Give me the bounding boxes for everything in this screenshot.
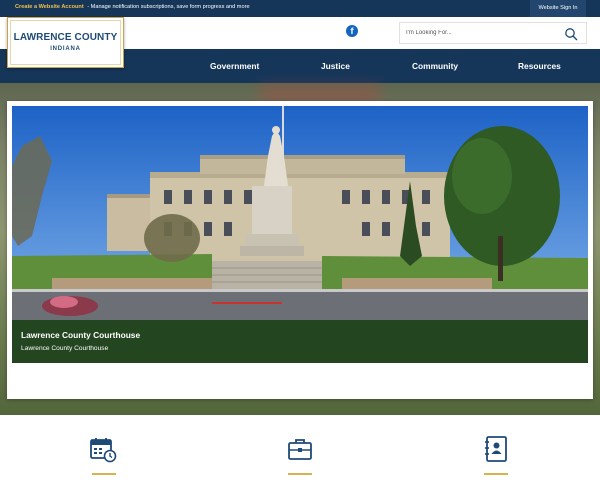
site-logo[interactable]: LAWRENCE COUNTY INDIANA (7, 17, 124, 68)
account-message: Create a Website Account - Manage notifi… (15, 4, 250, 10)
quick-link-underline (92, 473, 116, 475)
logo-subtitle: INDIANA (50, 46, 81, 52)
slide-caption: Lawrence County Courthouse Lawrence Coun… (12, 320, 588, 363)
utility-bar: Create a Website Account - Manage notifi… (0, 0, 600, 17)
contact-book-icon[interactable] (482, 435, 510, 463)
sign-in-button[interactable]: Website Sign In (530, 0, 586, 17)
slide-subtitle: Lawrence County Courthouse (21, 345, 109, 352)
nav-item-justice[interactable]: Justice (321, 49, 350, 83)
slide-title[interactable]: Lawrence County Courthouse (21, 330, 140, 340)
quick-links (0, 415, 600, 480)
nav-item-resources[interactable]: Resources (518, 49, 561, 83)
calendar-clock-icon[interactable] (89, 435, 117, 463)
search-icon[interactable] (564, 27, 578, 41)
nav-item-community[interactable]: Community (412, 49, 458, 83)
logo-title: LAWRENCE COUNTY (13, 32, 118, 43)
hero-slide: Lawrence County Courthouse Lawrence Coun… (7, 101, 593, 399)
briefcase-icon[interactable] (286, 435, 314, 463)
courthouse-photo (12, 106, 588, 320)
quick-link-underline (288, 473, 312, 475)
create-account-link[interactable]: Create a Website Account (15, 4, 84, 10)
quick-link-underline (484, 473, 508, 475)
nav-item-government[interactable]: Government (210, 49, 259, 83)
account-message-text: - Manage notification subscriptions, sav… (85, 4, 250, 10)
search-input[interactable] (406, 27, 556, 39)
facebook-icon[interactable]: f (346, 25, 358, 37)
search-box (399, 22, 587, 44)
